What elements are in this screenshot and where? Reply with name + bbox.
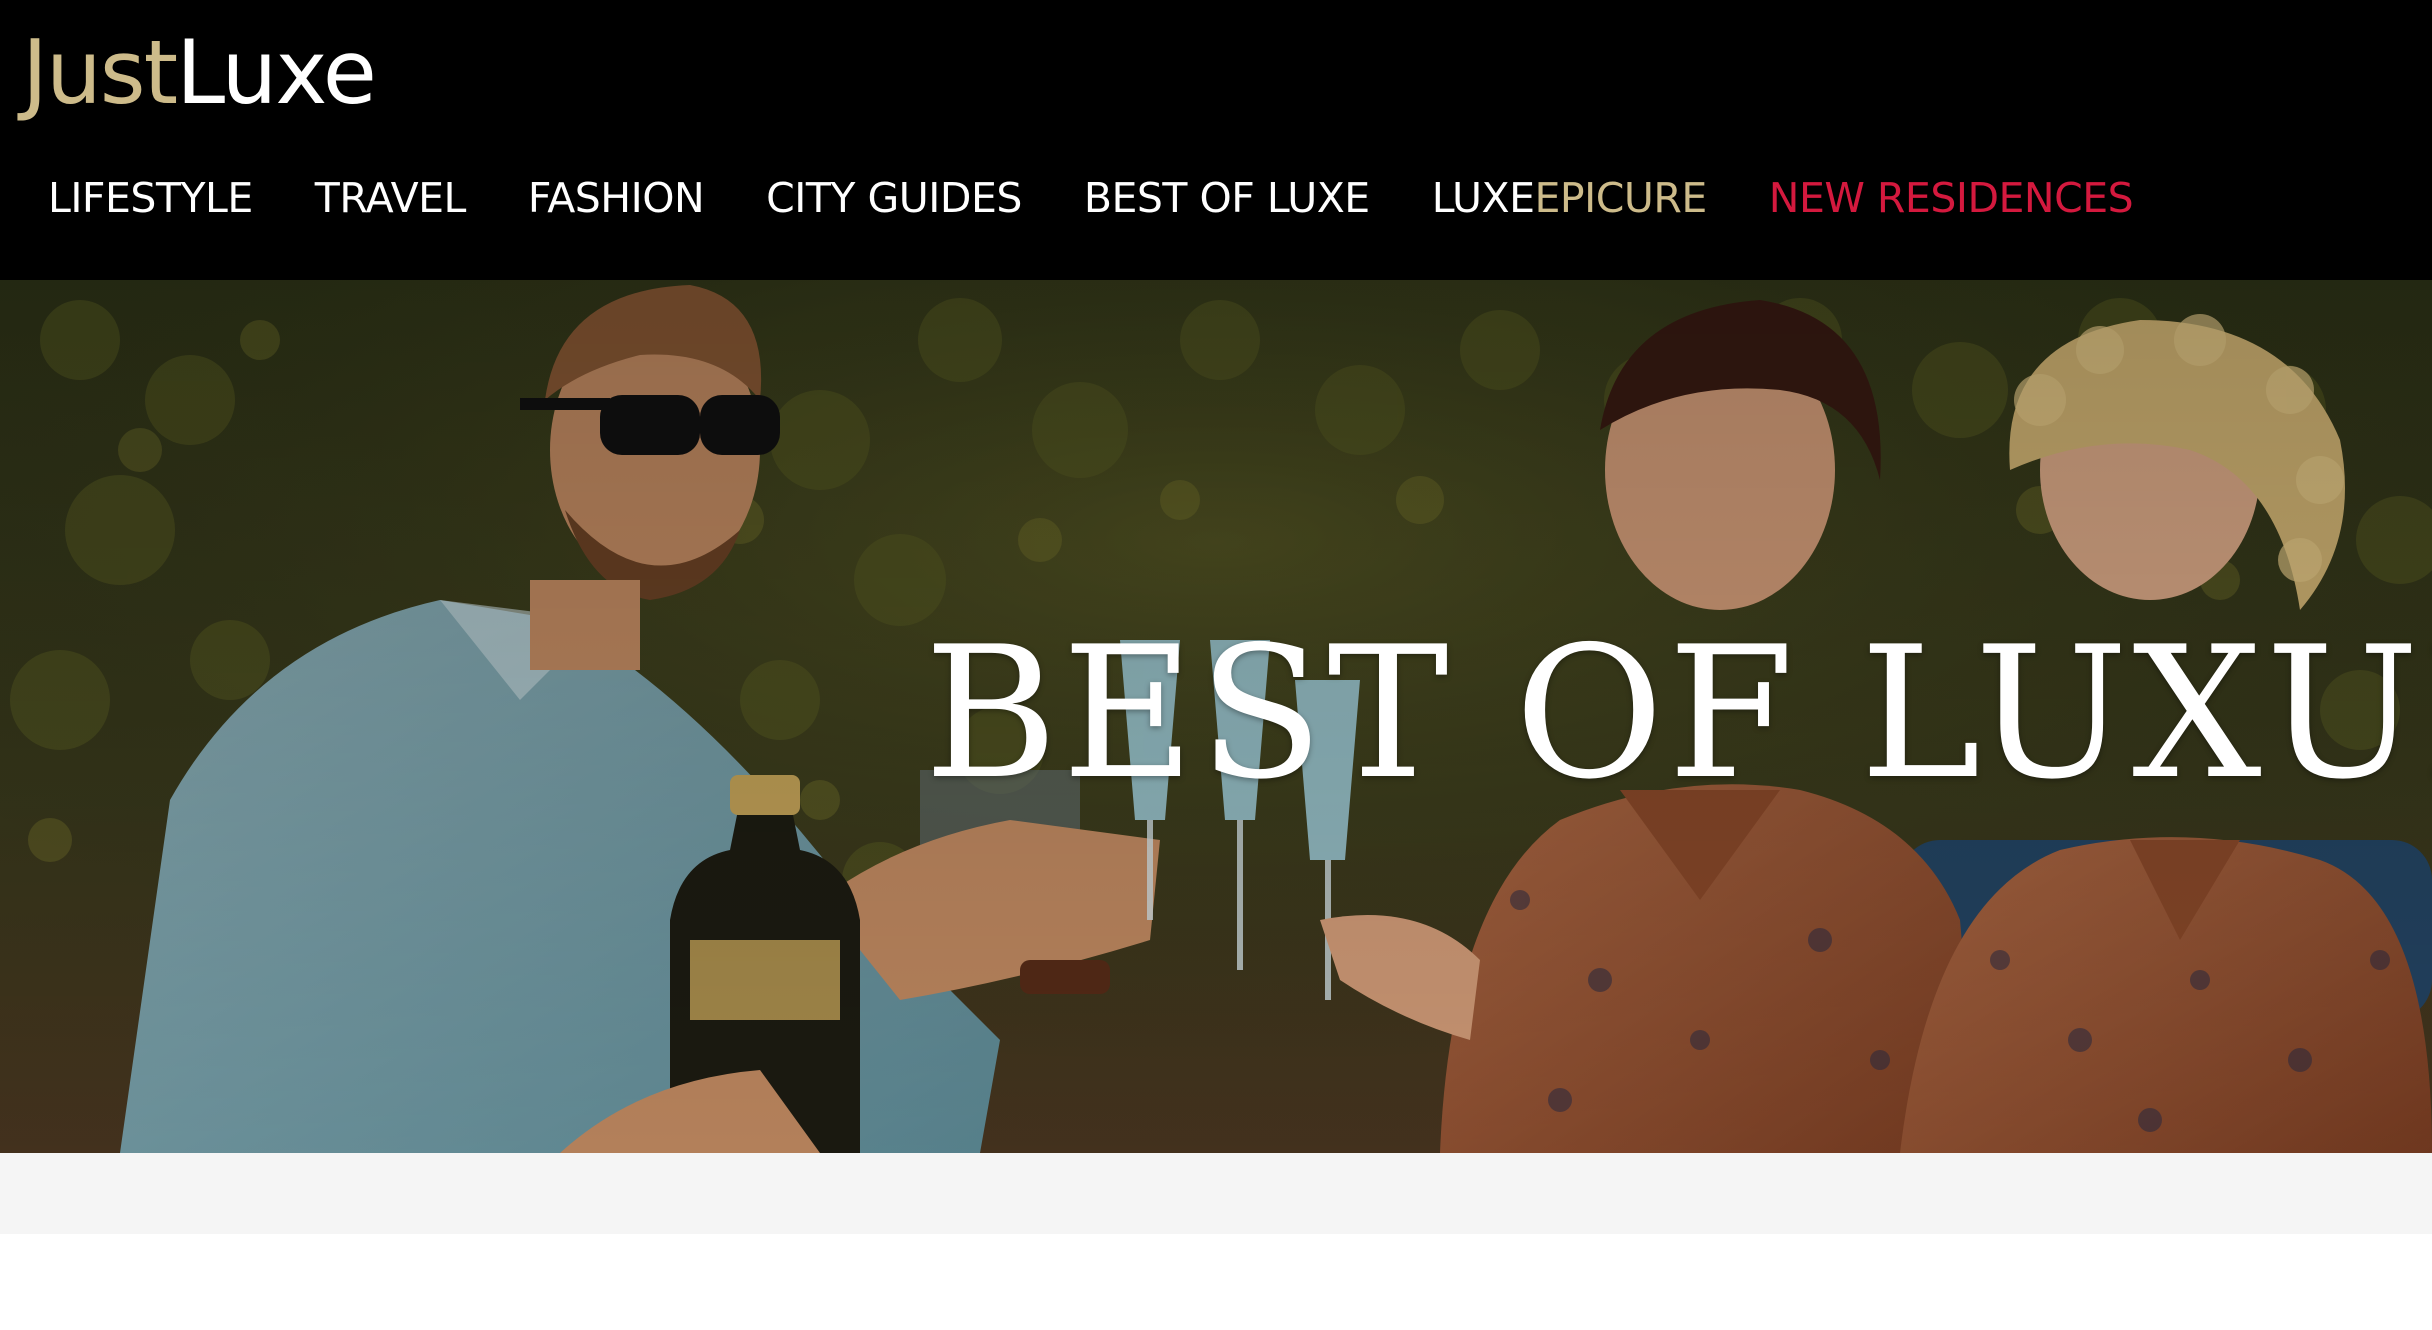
hero-title: BEST OF LUXURY	[924, 607, 2432, 819]
nav-travel[interactable]: TRAVEL	[315, 174, 467, 222]
nav-new-residences[interactable]: NEW RESIDENCES	[1769, 174, 2134, 222]
nav-city-guides[interactable]: CITY GUIDES	[766, 174, 1022, 222]
site-header: JustLuxe LIFESTYLE TRAVEL FASHION CITY G…	[0, 0, 2432, 280]
logo-just: Just	[22, 21, 178, 124]
nav-best-of-luxe[interactable]: BEST OF LUXE	[1084, 174, 1370, 222]
logo-luxe: Luxe	[176, 21, 377, 124]
hero-banner: BEST OF LUXURY	[0, 280, 2432, 1153]
content-divider-band	[0, 1153, 2432, 1234]
nav-fashion[interactable]: FASHION	[528, 174, 705, 222]
site-logo[interactable]: JustLuxe	[22, 18, 377, 128]
main-nav: LIFESTYLE TRAVEL FASHION CITY GUIDES BES…	[48, 166, 2134, 230]
nav-luxe-epicure[interactable]: LUXEEPICURE	[1431, 174, 1708, 222]
nav-luxe-epicure-part1: LUXE	[1431, 174, 1535, 222]
nav-luxe-epicure-part2: EPICURE	[1534, 174, 1708, 222]
nav-lifestyle[interactable]: LIFESTYLE	[48, 174, 253, 222]
